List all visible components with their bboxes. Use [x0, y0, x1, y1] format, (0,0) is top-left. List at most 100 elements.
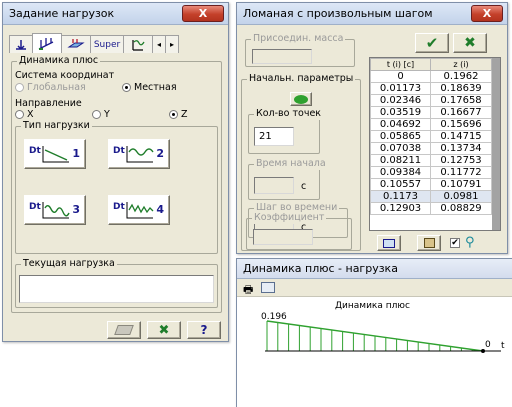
radio-icon	[169, 110, 178, 119]
paste-button[interactable]	[417, 235, 441, 251]
table-scrollbar[interactable]	[492, 58, 500, 230]
close-button[interactable]: X	[182, 5, 224, 22]
cell-z[interactable]: 0.13734	[430, 142, 492, 155]
dynamics-plus-group-title: Динамика плюс	[17, 55, 101, 67]
cell-t[interactable]: 0.02346	[370, 94, 431, 107]
cell-z[interactable]: 0.10791	[430, 178, 492, 191]
start-time-field	[254, 177, 294, 194]
table-row[interactable]: 0.10557 0.10791	[370, 178, 492, 191]
wave-random-icon	[126, 202, 154, 219]
table-row[interactable]: 0.01173 0.18639	[370, 82, 492, 95]
points-count-group: Кол-во точек 21	[248, 108, 324, 154]
polyline-dialog-title: Ломаная с произвольным шагом	[243, 7, 433, 20]
cell-t[interactable]: 0.04692	[370, 118, 431, 131]
cancel-icon: ✖	[464, 35, 476, 51]
current-load-field[interactable]	[19, 275, 214, 303]
load-dialog-title: Задание нагрузок	[9, 7, 115, 20]
table-row[interactable]: 0.05865 0.14715	[370, 130, 492, 143]
table-row[interactable]: 0.08211 0.12753	[370, 154, 492, 167]
tab-scroll-left[interactable]: ◂	[152, 35, 166, 53]
node-load-icon	[16, 39, 26, 50]
magnifier-icon[interactable]: ⚲	[465, 235, 475, 250]
polyline-dialog-titlebar[interactable]: Ломаная с произвольным шагом X	[237, 3, 507, 25]
end-label: 0	[485, 340, 491, 350]
cell-t[interactable]: 0.01173	[370, 82, 431, 95]
load-type-3-button[interactable]: Dt 3	[24, 195, 86, 225]
coord-global-radio[interactable]: Глобальная	[15, 82, 86, 94]
tab-scroll-right[interactable]: ▸	[165, 35, 179, 53]
coefficient-box: Коэффициент	[246, 212, 352, 250]
coord-local-label: Местная	[134, 82, 177, 93]
cell-t[interactable]: 0.12903	[370, 202, 431, 215]
tab-super[interactable]: Super	[90, 35, 124, 53]
coord-local-radio[interactable]: Местная	[122, 82, 177, 94]
cell-t[interactable]: 0.05865	[370, 130, 431, 143]
load-dialog-titlebar[interactable]: Задание нагрузок X	[3, 3, 228, 25]
start-time-unit: c	[301, 181, 307, 192]
radio-icon	[122, 83, 131, 92]
radio-icon	[15, 110, 24, 119]
apply-params-button[interactable]	[290, 92, 312, 106]
close-button[interactable]: X	[471, 5, 503, 22]
cell-z[interactable]: 0.14715	[430, 130, 492, 143]
cell-z[interactable]: 0.16677	[430, 106, 492, 119]
points-count-label: Кол-во точек	[254, 108, 324, 120]
cell-z[interactable]: 0.1962	[430, 70, 492, 83]
ok-button[interactable]	[107, 321, 141, 339]
tab-dynamic-load[interactable]	[123, 35, 153, 53]
coord-global-label: Глобальная	[27, 82, 86, 93]
table-view-icon[interactable]	[261, 282, 275, 293]
cancel-button[interactable]: ✖	[147, 321, 181, 339]
cell-z[interactable]: 0.12753	[430, 154, 492, 167]
help-button[interactable]: ?	[187, 321, 221, 339]
cell-t[interactable]: 0.10557	[370, 178, 431, 191]
tab-beam-load[interactable]	[32, 33, 62, 53]
cell-z[interactable]: 0.0981	[430, 190, 492, 203]
tab-plate-load[interactable]	[61, 35, 91, 53]
direction-z-radio[interactable]: Z	[169, 109, 188, 121]
load-type-2-button[interactable]: Dt 2	[108, 139, 170, 169]
print-icon[interactable]: 🖶	[243, 281, 253, 300]
coefficient-field	[253, 229, 313, 245]
attached-mass-group: Присоедин. масса	[245, 33, 355, 67]
cell-z[interactable]: 0.08829	[430, 202, 492, 215]
copy-button[interactable]	[377, 235, 401, 251]
ok-button[interactable]: ✔	[415, 33, 449, 53]
cell-z[interactable]: 0.11772	[430, 166, 492, 179]
cancel-button[interactable]: ✖	[453, 33, 487, 53]
table-row[interactable]: 0.09384 0.11772	[370, 166, 492, 179]
cancel-icon: ✖	[158, 322, 170, 338]
beam-load-icon	[38, 37, 54, 50]
table-row[interactable]: 0 0.1962	[370, 70, 492, 83]
load-dialog: Задание нагрузок X Super ◂ ▸ Динамика пл…	[2, 2, 229, 342]
cell-z[interactable]: 0.15696	[430, 118, 492, 131]
table-row[interactable]: 0.02346 0.17658	[370, 94, 492, 107]
copy-icon	[383, 238, 395, 248]
cell-z[interactable]: 0.17658	[430, 94, 492, 107]
attached-mass-field	[252, 49, 312, 64]
cell-z[interactable]: 0.18639	[430, 82, 492, 95]
cell-t[interactable]: 0.09384	[370, 166, 431, 179]
load-type-1-button[interactable]: Dt 1	[24, 139, 86, 169]
cell-t[interactable]: 0.08211	[370, 154, 431, 167]
tab-node-load[interactable]	[9, 35, 33, 53]
cell-t[interactable]: 0.1173	[370, 190, 431, 203]
load-chart: Динамика плюс 0.196 0 t	[261, 301, 505, 353]
cell-t[interactable]: 0.07038	[370, 142, 431, 155]
cell-t[interactable]: 0.03519	[370, 106, 431, 119]
direction-y-radio[interactable]: Y	[92, 109, 110, 121]
table-row[interactable]: 0.07038 0.13734	[370, 142, 492, 155]
points-count-field[interactable]: 21	[254, 127, 294, 146]
chart-window-titlebar[interactable]: Динамика плюс - нагрузка	[237, 259, 512, 279]
cell-t[interactable]: 0	[370, 70, 431, 83]
triangle-pulse-icon	[42, 146, 69, 163]
table-row[interactable]: 0.03519 0.16677	[370, 106, 492, 119]
show-graph-checkbox[interactable]: ✔	[450, 238, 460, 248]
table-row[interactable]: 0.12903 0.08829	[370, 202, 492, 215]
table-header-row: t (i) [c] z (i)	[370, 58, 492, 71]
eraser-icon	[114, 325, 134, 335]
table-row[interactable]: 0.04692 0.15696	[370, 118, 492, 131]
column-header-z: z (i)	[430, 58, 492, 71]
load-type-4-button[interactable]: Dt 4	[108, 195, 170, 225]
table-row[interactable]: 0.1173 0.0981	[370, 190, 492, 203]
